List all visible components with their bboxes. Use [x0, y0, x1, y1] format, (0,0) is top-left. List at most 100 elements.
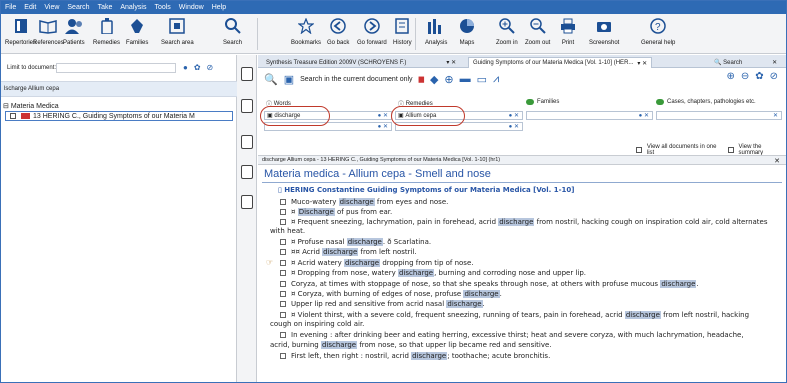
patients-button[interactable]: Patients [63, 16, 85, 46]
clipboard-icon[interactable] [241, 195, 253, 209]
symptom-line[interactable]: acrid, burning discharge from nose, so t… [270, 341, 770, 351]
cases-input[interactable]: ✕ [656, 111, 782, 120]
symptom-checkbox[interactable] [280, 270, 286, 276]
symptom-line[interactable]: First left, then right : nostril, acrid … [280, 352, 780, 362]
menu-tools[interactable]: Tools [154, 4, 170, 11]
field-controls[interactable]: ● ✕ [639, 112, 649, 119]
go-forward-button[interactable]: Go forward [357, 16, 387, 46]
tab-guiding-symptoms[interactable]: Guiding Symptoms of our Materia Medica [… [468, 57, 653, 68]
symptom-checkbox[interactable] [280, 239, 286, 245]
limit-document-input[interactable] [56, 63, 176, 73]
menu-edit[interactable]: Edit [24, 4, 36, 11]
field-controls[interactable]: ● ✕ [509, 112, 519, 119]
symptom-checkbox[interactable] [280, 312, 286, 318]
families-button[interactable]: Families [126, 16, 148, 46]
tab-synthesis[interactable]: Synthesis Treasure Edition 2009V (SCHROY… [262, 57, 460, 68]
bookmarks-button[interactable]: Bookmarks [291, 16, 321, 46]
menu-analysis[interactable]: Analysis [120, 4, 146, 11]
field-controls[interactable]: ● ✕ [509, 123, 519, 130]
symptom-line[interactable]: with heat. [270, 227, 770, 237]
checkbox[interactable] [10, 113, 16, 119]
families-icon [128, 16, 146, 36]
zoom-icon[interactable]: ⊕ [444, 73, 453, 86]
view-all-checkbox[interactable] [636, 147, 642, 153]
repertories-button[interactable]: Repertories [5, 16, 36, 46]
symptom-checkbox[interactable] [280, 353, 286, 359]
tree-materia-medica[interactable]: ⊟ Materia Medica [3, 102, 59, 110]
symptom-line[interactable]: ¤ Profuse nasal discharge. ð Scarlatina. [280, 238, 780, 248]
symptom-checkbox[interactable] [280, 199, 286, 205]
clipboard-icon[interactable] [241, 99, 253, 113]
search-area-button[interactable]: Search area [161, 16, 194, 46]
magnifier-icon[interactable]: 🔍 [264, 73, 278, 86]
collapse-icon[interactable]: ⊟ [3, 103, 9, 110]
highlighted-term: discharge [624, 311, 661, 319]
zoom-in-button[interactable]: Zoom in [496, 16, 518, 46]
families-input[interactable]: ● ✕ [526, 111, 653, 120]
clipboard-icon[interactable] [241, 135, 253, 149]
symptom-line[interactable]: In evening : after drinking beer and eat… [280, 331, 780, 341]
clipboard-icon[interactable] [241, 67, 253, 81]
symptom-line[interactable]: ¤ Dropping from nose, watery discharge, … [280, 269, 780, 279]
symptom-line[interactable]: ¤ Acrid watery discharge dropping from t… [280, 259, 780, 269]
help-icon[interactable]: ⊘ [207, 63, 214, 72]
symptom-line[interactable]: Muco-watery discharge from eyes and nose… [280, 198, 780, 208]
menu-window[interactable]: Window [179, 4, 204, 11]
search-button[interactable]: Search [223, 16, 242, 46]
analysis-button[interactable]: Analysis [425, 16, 447, 46]
symptom-line[interactable]: Coryza, at times with stoppage of nose, … [280, 280, 780, 290]
scope-icon[interactable]: ▣ [284, 73, 294, 86]
clipboard-icon[interactable] [241, 165, 253, 179]
save-icon[interactable]: ▬ [460, 73, 471, 85]
binoculars-icon[interactable]: ● [183, 63, 188, 72]
zoom-out-button[interactable]: Zoom out [525, 16, 550, 46]
menu-search[interactable]: Search [67, 4, 89, 11]
symptom-checkbox[interactable] [280, 332, 286, 338]
symptom-checkbox[interactable] [280, 209, 286, 215]
menu-help[interactable]: Help [212, 4, 226, 11]
symptom-checkbox[interactable] [280, 301, 286, 307]
menu-view[interactable]: View [44, 4, 59, 11]
tab-search[interactable]: 🔍 Search ✕ [710, 57, 781, 68]
flag-icon[interactable]: ▆ [419, 75, 424, 83]
help-icon[interactable]: ⊘ [770, 71, 778, 82]
go-back-button[interactable]: Go back [327, 16, 349, 46]
general-help-button[interactable]: ? General help [641, 16, 675, 46]
print-button[interactable]: Print [559, 16, 577, 46]
close-icon[interactable]: ✕ [774, 157, 780, 165]
history-button[interactable]: History [393, 16, 412, 46]
symptom-checkbox[interactable] [280, 291, 286, 297]
screenshot-button[interactable]: Screenshot [589, 16, 619, 46]
book-heading[interactable]: ▯ HERING Constantine Guiding Symptoms of… [278, 186, 574, 194]
zoom-in-icon[interactable]: ⊕ [726, 71, 734, 82]
symptom-line[interactable]: ¤¤ Acrid discharge from left nostril. [280, 248, 780, 258]
symptom-line[interactable]: Upper lip red and sensitive from acrid n… [280, 300, 780, 310]
menu-bar: File Edit View Search Take Analysis Tool… [1, 1, 786, 14]
zoom-out-icon[interactable]: ⊖ [741, 71, 749, 82]
symptom-checkbox[interactable] [280, 260, 286, 266]
close-icon[interactable]: ▾ ✕ [446, 59, 456, 66]
symptom-line[interactable]: ¤ Coryza, with burning of edges of nose,… [280, 290, 780, 300]
remedy-icon[interactable]: ◆ [430, 73, 438, 86]
chart-icon[interactable]: ⩘ [493, 73, 499, 86]
field-controls[interactable]: ✕ [773, 112, 778, 119]
close-icon[interactable]: ▾ ✕ [637, 60, 647, 67]
symptom-checkbox[interactable] [280, 281, 286, 287]
field-controls[interactable]: ● ✕ [378, 112, 388, 119]
references-button[interactable]: References [33, 16, 64, 46]
symptom-checkbox[interactable] [280, 249, 286, 255]
remedies-button[interactable]: Remedies [93, 16, 120, 46]
symptom-line[interactable]: cough on inspiring cold air. [270, 320, 770, 330]
menu-take[interactable]: Take [98, 4, 113, 11]
view-summary-checkbox[interactable] [727, 147, 734, 153]
close-icon[interactable]: ✕ [772, 59, 777, 66]
folder-icon[interactable]: ▭ [477, 73, 487, 86]
maps-button[interactable]: Maps [458, 16, 476, 46]
tree-item-hering[interactable]: 13 HERING C., Guiding Symptoms of our Ma… [5, 111, 233, 121]
symptom-checkbox[interactable] [280, 219, 286, 225]
settings-icon[interactable]: ✿ [755, 71, 763, 82]
settings-icon[interactable]: ✿ [194, 63, 201, 72]
menu-file[interactable]: File [5, 4, 16, 11]
symptom-line[interactable]: ¤ Discharge of pus from ear. [280, 208, 780, 218]
field-controls[interactable]: ● ✕ [378, 123, 388, 130]
